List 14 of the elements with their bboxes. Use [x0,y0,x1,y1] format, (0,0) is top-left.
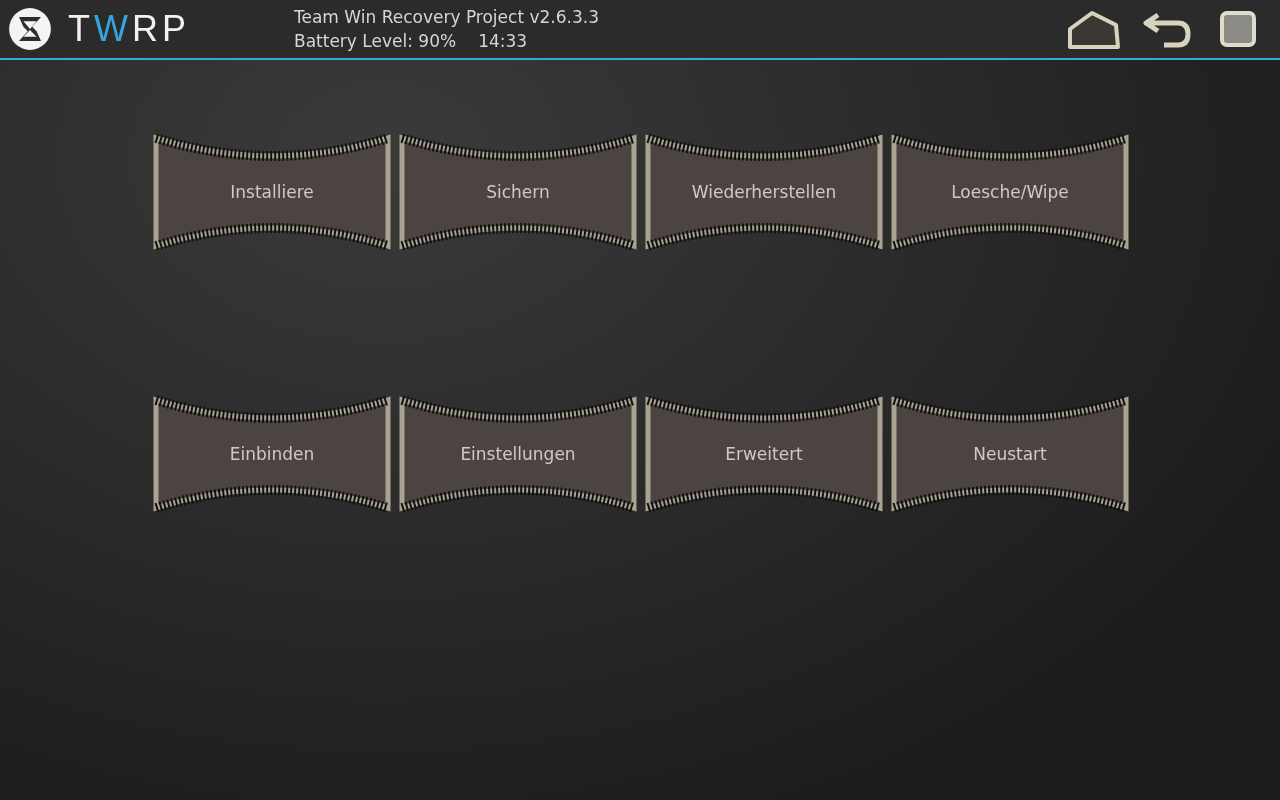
menu-button[interactable]: Einbinden [152,396,392,512]
logo-icon [8,7,52,51]
menu-button[interactable]: Installiere [152,134,392,250]
menu-button[interactable]: Neustart [890,396,1130,512]
menu-button[interactable]: Loesche/Wipe [890,134,1130,250]
menu-button[interactable]: Wiederherstellen [644,134,884,250]
logo-text: TWRP [68,8,191,50]
menu-button[interactable]: Sichern [398,134,638,250]
battery-level: Battery Level: 90% [294,30,457,53]
menu-button[interactable]: Einstellungen [398,396,638,512]
home-icon[interactable] [1066,9,1122,49]
clock-time: 14:33 [478,30,528,53]
app-title: Team Win Recovery Project v2.6.3.3 [294,6,599,29]
menu-button[interactable]: Erweitert [644,396,884,512]
